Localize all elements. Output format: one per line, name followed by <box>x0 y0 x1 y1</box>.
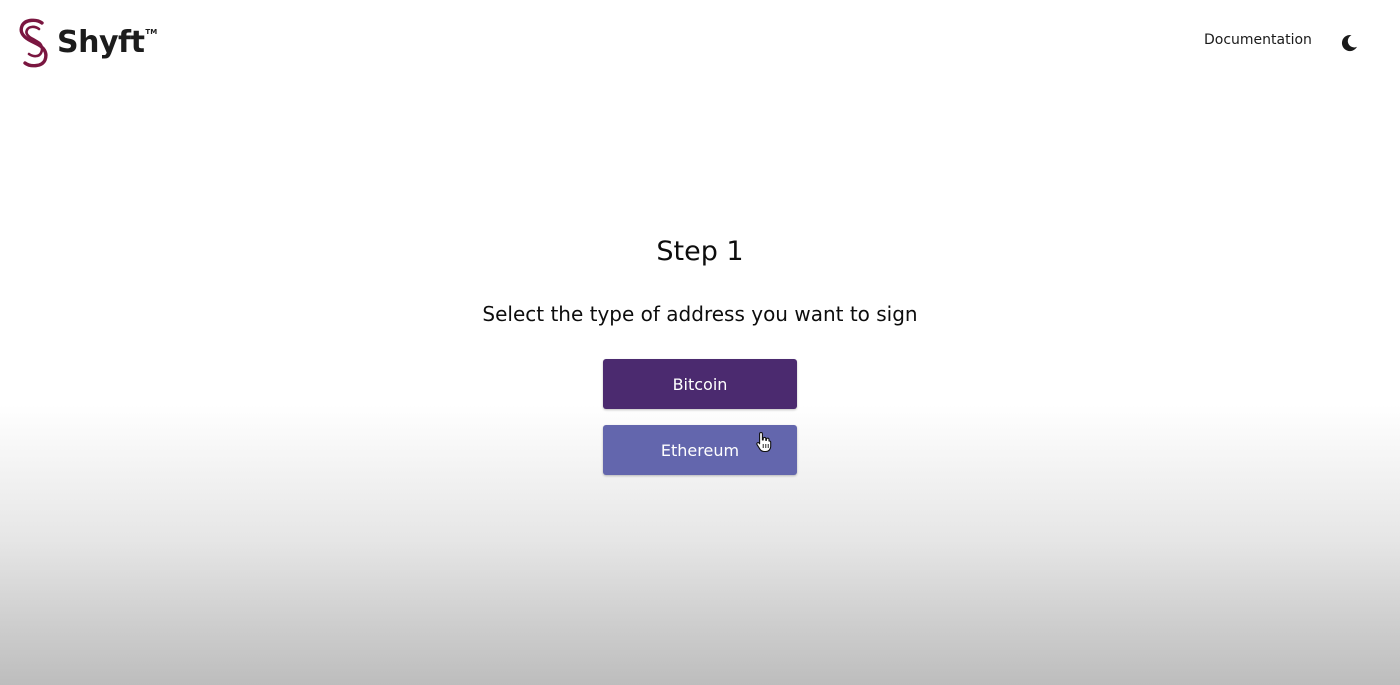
moon-icon <box>1341 35 1357 52</box>
logo-text: Shyft <box>57 24 145 60</box>
documentation-link[interactable]: Documentation <box>1204 32 1312 48</box>
header: Shyft TM Documentation <box>0 0 1400 84</box>
bitcoin-button[interactable]: Bitcoin <box>603 359 797 409</box>
shyft-logo-icon <box>19 18 48 68</box>
theme-toggle-button[interactable] <box>1338 32 1360 54</box>
step-title: Step 1 <box>656 236 744 267</box>
trademark-mark: TM <box>145 28 158 36</box>
ethereum-button[interactable]: Ethereum <box>603 425 797 475</box>
shyft-logo[interactable]: Shyft TM <box>17 17 157 69</box>
step-instruction: Select the type of address you want to s… <box>482 302 918 326</box>
